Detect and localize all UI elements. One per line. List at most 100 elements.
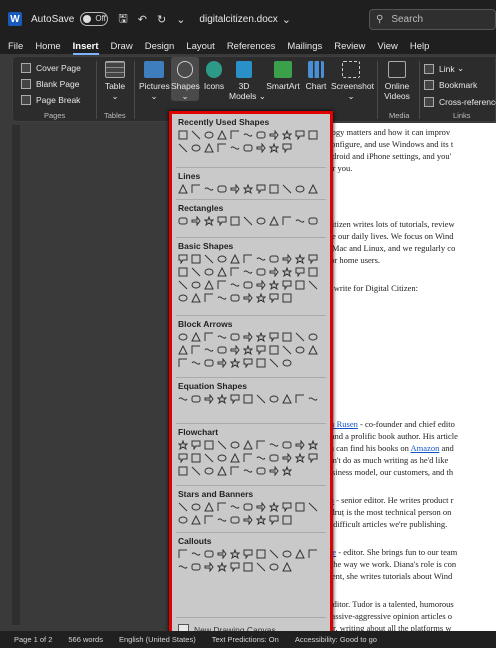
shape-item-icon[interactable] <box>177 331 188 342</box>
shape-item-icon[interactable] <box>281 514 292 525</box>
autosave-toggle[interactable]: Off <box>80 12 109 26</box>
shape-item-icon[interactable] <box>190 548 201 559</box>
shape-item-icon[interactable] <box>203 548 214 559</box>
shape-item-icon[interactable] <box>177 561 188 572</box>
shape-item-icon[interactable] <box>190 279 201 290</box>
shape-item-icon[interactable] <box>216 452 227 463</box>
shape-item-icon[interactable] <box>281 215 292 226</box>
shape-item-icon[interactable] <box>216 215 227 226</box>
shape-item-icon[interactable] <box>203 266 214 277</box>
shape-item-icon[interactable] <box>255 393 266 404</box>
shape-item-icon[interactable] <box>229 548 240 559</box>
shape-item-icon[interactable] <box>307 393 318 404</box>
shape-item-icon[interactable] <box>294 279 305 290</box>
shape-item-icon[interactable] <box>268 266 279 277</box>
shape-item-icon[interactable] <box>229 439 240 450</box>
shape-item-icon[interactable] <box>255 501 266 512</box>
shape-item-icon[interactable] <box>255 331 266 342</box>
shape-item-icon[interactable] <box>229 331 240 342</box>
shape-item-icon[interactable] <box>216 129 227 140</box>
shape-item-icon[interactable] <box>294 344 305 355</box>
tab-insert[interactable]: Insert <box>72 41 99 55</box>
shape-item-icon[interactable] <box>281 357 292 368</box>
shape-item-icon[interactable] <box>190 357 201 368</box>
shape-item-icon[interactable] <box>268 465 279 476</box>
shape-item-icon[interactable] <box>203 393 214 404</box>
search-box[interactable]: ⚲ Search <box>369 9 496 30</box>
shape-item-icon[interactable] <box>242 393 253 404</box>
shape-item-icon[interactable] <box>255 266 266 277</box>
shape-item-icon[interactable] <box>281 393 292 404</box>
shape-item-icon[interactable] <box>242 183 253 194</box>
shape-item-icon[interactable] <box>242 142 253 153</box>
tab-file[interactable]: File <box>8 41 23 52</box>
shape-item-icon[interactable] <box>255 548 266 559</box>
shape-item-icon[interactable] <box>281 183 292 194</box>
shape-item-icon[interactable] <box>177 142 188 153</box>
tab-help[interactable]: Help <box>410 41 430 52</box>
shape-item-icon[interactable] <box>216 253 227 264</box>
shape-item-icon[interactable] <box>255 129 266 140</box>
shape-item-icon[interactable] <box>268 514 279 525</box>
shape-item-icon[interactable] <box>268 142 279 153</box>
shape-item-icon[interactable] <box>281 142 292 153</box>
shape-item-icon[interactable] <box>242 266 253 277</box>
shape-item-icon[interactable] <box>255 357 266 368</box>
shape-item-icon[interactable] <box>268 548 279 559</box>
shape-item-icon[interactable] <box>294 439 305 450</box>
shape-item-icon[interactable] <box>177 514 188 525</box>
shape-item-icon[interactable] <box>229 142 240 153</box>
shape-item-icon[interactable] <box>242 344 253 355</box>
shapes-button[interactable]: Shapes ⌄ <box>171 57 200 101</box>
shape-item-icon[interactable] <box>294 129 305 140</box>
cross-reference-button[interactable]: Cross-reference <box>424 97 496 107</box>
shape-item-icon[interactable] <box>177 183 188 194</box>
shape-item-icon[interactable] <box>177 357 188 368</box>
shape-item-icon[interactable] <box>203 215 214 226</box>
text-predictions-status[interactable]: Text Predictions: On <box>212 635 279 644</box>
shape-item-icon[interactable] <box>190 393 201 404</box>
bookmark-button[interactable]: Bookmark <box>424 80 477 90</box>
shape-item-icon[interactable] <box>177 292 188 303</box>
shape-item-icon[interactable] <box>242 215 253 226</box>
shape-item-icon[interactable] <box>190 331 201 342</box>
shape-item-icon[interactable] <box>268 183 279 194</box>
shape-item-icon[interactable] <box>177 129 188 140</box>
shape-item-icon[interactable] <box>281 279 292 290</box>
shape-item-icon[interactable] <box>229 344 240 355</box>
shape-item-icon[interactable] <box>177 501 188 512</box>
icons-button[interactable]: Icons <box>202 61 226 91</box>
shape-item-icon[interactable] <box>190 292 201 303</box>
shape-item-icon[interactable] <box>255 142 266 153</box>
shape-item-icon[interactable] <box>268 215 279 226</box>
shape-item-icon[interactable] <box>268 344 279 355</box>
shape-item-icon[interactable] <box>229 266 240 277</box>
shape-item-icon[interactable] <box>307 266 318 277</box>
shape-item-icon[interactable] <box>307 344 318 355</box>
online-videos-button[interactable]: Online Videos <box>381 61 413 101</box>
shape-item-icon[interactable] <box>268 357 279 368</box>
shape-item-icon[interactable] <box>229 452 240 463</box>
shape-item-icon[interactable] <box>242 561 253 572</box>
page-count[interactable]: Page 1 of 2 <box>14 635 52 644</box>
shape-item-icon[interactable] <box>242 357 253 368</box>
shape-item-icon[interactable] <box>242 548 253 559</box>
shape-item-icon[interactable] <box>307 452 318 463</box>
tab-review[interactable]: Review <box>334 41 365 52</box>
page-break-button[interactable]: Page Break <box>21 95 80 105</box>
shape-item-icon[interactable] <box>216 266 227 277</box>
shape-item-icon[interactable] <box>229 561 240 572</box>
shape-item-icon[interactable] <box>229 183 240 194</box>
shape-item-icon[interactable] <box>203 514 214 525</box>
language-status[interactable]: English (United States) <box>119 635 196 644</box>
shape-item-icon[interactable] <box>268 501 279 512</box>
shape-item-icon[interactable] <box>281 253 292 264</box>
shape-item-icon[interactable] <box>242 452 253 463</box>
tab-references[interactable]: References <box>227 41 276 52</box>
tab-home[interactable]: Home <box>35 41 60 52</box>
smartart-button[interactable]: SmartArt <box>266 61 300 91</box>
shape-item-icon[interactable] <box>255 452 266 463</box>
shape-item-icon[interactable] <box>203 501 214 512</box>
shape-item-icon[interactable] <box>203 183 214 194</box>
shape-item-icon[interactable] <box>177 452 188 463</box>
